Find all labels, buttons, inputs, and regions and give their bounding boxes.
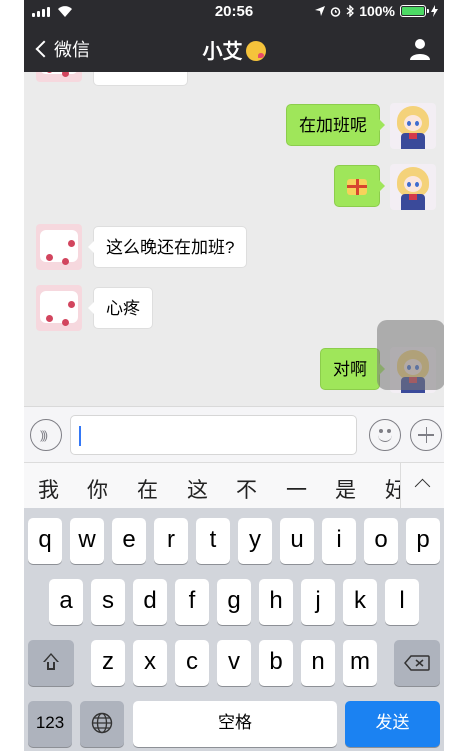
globe-icon: [91, 712, 113, 734]
nav-bar: 微信 小艾: [24, 26, 444, 72]
key-d[interactable]: d: [133, 579, 167, 625]
key-a[interactable]: a: [49, 579, 83, 625]
top-bar: 20:56 100% 微信 小艾: [24, 0, 444, 72]
candidate-word[interactable]: 一: [286, 474, 307, 504]
more-button[interactable]: [410, 419, 442, 451]
key-u[interactable]: u: [280, 518, 314, 564]
candidate-word[interactable]: 这: [187, 474, 208, 504]
delete-key[interactable]: [394, 640, 440, 686]
key-s[interactable]: s: [91, 579, 125, 625]
chat-area[interactable]: 在加班呢 这么晚还在加班? 心疼 对啊: [24, 72, 444, 406]
message-bubble-sent[interactable]: 在加班呢: [286, 104, 385, 146]
key-j[interactable]: j: [301, 579, 335, 625]
key-x[interactable]: x: [133, 640, 167, 686]
text-caret: [79, 426, 81, 446]
status-right: 100%: [315, 3, 438, 19]
shift-key[interactable]: [28, 640, 74, 686]
contact-avatar[interactable]: [36, 285, 82, 331]
message-bubble-sent-emoji[interactable]: [334, 165, 385, 207]
expand-candidates-button[interactable]: [400, 463, 444, 508]
contact-avatar[interactable]: [36, 224, 82, 270]
candidate-word[interactable]: 我: [38, 474, 59, 504]
key-c[interactable]: c: [175, 640, 209, 686]
backspace-icon: [404, 655, 430, 671]
gift-emoji-icon: [347, 179, 367, 195]
alarm-icon: [330, 6, 341, 17]
chat-title-text: 小艾: [202, 41, 243, 63]
key-i[interactable]: i: [322, 518, 356, 564]
key-t[interactable]: t: [196, 518, 230, 564]
candidate-word[interactable]: 不: [236, 474, 257, 504]
key-g[interactable]: g: [217, 579, 251, 625]
shift-icon: [42, 653, 60, 671]
key-r[interactable]: r: [154, 518, 188, 564]
key-h[interactable]: h: [259, 579, 293, 625]
profile-button[interactable]: [410, 38, 430, 60]
candidate-word[interactable]: 在: [137, 474, 158, 504]
key-m[interactable]: m: [343, 640, 377, 686]
message-bubble-partial: [93, 72, 188, 86]
key-n[interactable]: n: [301, 640, 335, 686]
contact-avatar[interactable]: [36, 72, 82, 82]
space-key[interactable]: 空格: [133, 701, 337, 747]
message-bubble-received[interactable]: 心疼: [88, 287, 153, 329]
chevron-up-icon: [414, 478, 431, 495]
message-input[interactable]: [70, 415, 357, 455]
key-l[interactable]: l: [385, 579, 419, 625]
message-bubble-sent[interactable]: 对啊: [320, 348, 385, 390]
my-avatar[interactable]: [390, 164, 436, 210]
globe-key[interactable]: [80, 701, 124, 747]
battery-icon: [400, 5, 429, 17]
key-p[interactable]: p: [406, 518, 440, 564]
avatar-press-highlight: [377, 320, 444, 390]
location-icon: [315, 6, 326, 16]
send-key[interactable]: 发送: [345, 701, 440, 747]
my-avatar[interactable]: [390, 103, 436, 149]
key-z[interactable]: z: [91, 640, 125, 686]
status-bar: 20:56 100%: [24, 0, 444, 24]
numbers-key[interactable]: 123: [28, 701, 72, 747]
phone-screen: 20:56 100% 微信 小艾 在加班呢 这么晚还在加班? 心疼 对啊)))…: [24, 0, 444, 751]
message-bubble-received[interactable]: 这么晚还在加班?: [87, 226, 248, 268]
candidate-word[interactable]: 是: [335, 474, 356, 504]
key-k[interactable]: k: [343, 579, 377, 625]
battery-percent: 100%: [359, 3, 395, 19]
key-y[interactable]: y: [238, 518, 272, 564]
key-v[interactable]: v: [217, 640, 251, 686]
keyboard: q w e r t y u i o p a s d f g h j k l z …: [24, 508, 444, 751]
kiss-emoji-icon: [245, 41, 266, 61]
key-f[interactable]: f: [175, 579, 209, 625]
key-b[interactable]: b: [259, 640, 293, 686]
bluetooth-icon: [346, 5, 355, 17]
charging-icon: [431, 5, 438, 17]
input-bar: ))): [24, 406, 444, 462]
key-q[interactable]: q: [28, 518, 62, 564]
key-o[interactable]: o: [364, 518, 398, 564]
key-e[interactable]: e: [112, 518, 146, 564]
voice-icon: ))): [40, 428, 48, 442]
candidate-bar: 我 你 在 这 不 一 是 好: [24, 462, 444, 508]
key-w[interactable]: w: [70, 518, 104, 564]
candidate-word[interactable]: 你: [87, 474, 108, 504]
emoji-button[interactable]: [369, 419, 401, 451]
chat-title: 小艾: [24, 35, 444, 64]
voice-button[interactable]: ))): [30, 419, 62, 451]
